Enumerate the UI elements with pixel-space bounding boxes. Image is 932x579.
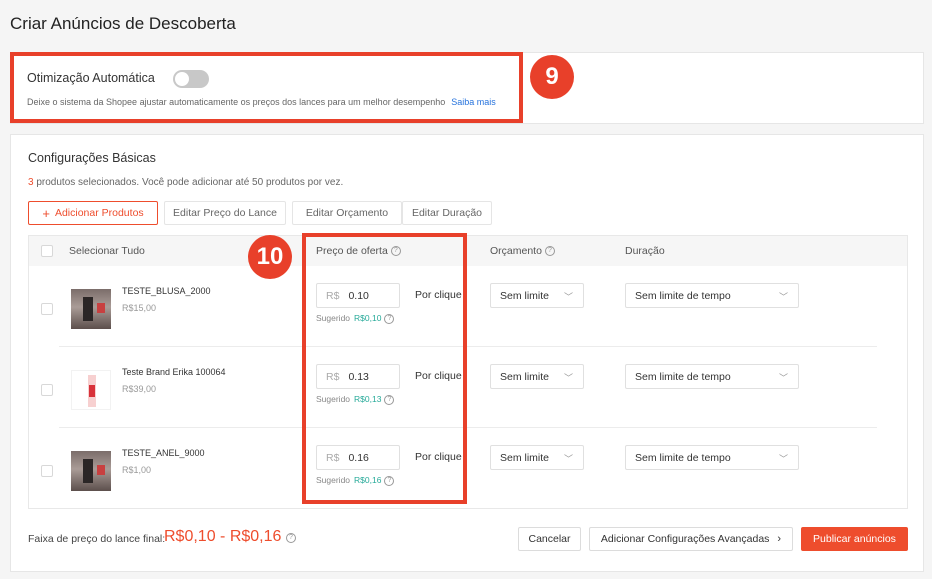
publish-button[interactable]: Publicar anúncios [801,527,908,551]
budget-value: Sem limite [500,289,550,302]
budget-select[interactable]: Sem limite ﹀ [490,283,584,308]
help-icon[interactable]: ? [544,246,555,257]
products-table: Selecionar Tudo Preço de oferta? Orçamen… [28,235,908,509]
chevron-down-icon: ﹀ [778,292,788,302]
advanced-settings-label: Adicionar Configurações Avançadas [600,533,770,545]
chevron-down-icon: ﹀ [778,454,788,464]
product-name: TESTE_BLUSA_2000 [122,286,211,296]
add-products-label: Adicionar Produtos [54,207,144,219]
product-price: R$15,00 [122,303,157,313]
basic-config-card: Configurações Básicas 3 produtos selecio… [10,134,924,572]
duration-value: Sem limite de tempo [635,370,731,383]
header-budget: Orçamento? [490,245,555,257]
plus-icon: + [42,205,50,221]
product-price: R$1,00 [122,465,152,475]
bid-range-label: Faixa de preço do lance final: [28,533,166,545]
cancel-button[interactable]: Cancelar [518,527,581,551]
product-thumbnail [71,289,111,329]
budget-value: Sem limite [500,370,550,383]
bid-range-value: R$0,10 - R$0,16 [164,528,282,545]
select-all-checkbox[interactable] [41,245,53,257]
annotation-badge-9: 9 [530,55,574,99]
row-checkbox[interactable] [41,465,53,477]
duration-value: Sem limite de tempo [635,451,731,464]
budget-value: Sem limite [500,451,550,464]
header-duration: Duração [625,245,665,257]
budget-select[interactable]: Sem limite ﹀ [490,445,584,470]
product-thumbnail [71,451,111,491]
page-title: Criar Anúncios de Descoberta [10,14,236,33]
help-icon[interactable]: ? [286,533,296,543]
table-row: TESTE_BLUSA_2000 R$15,00 R$ 0.10 Por cliq… [29,266,907,347]
annotation-box-10 [302,233,467,504]
chevron-down-icon: ﹀ [778,373,788,383]
duration-select[interactable]: Sem limite de tempo ﹀ [625,283,799,308]
chevron-down-icon: ﹀ [563,292,573,302]
duration-select[interactable]: Sem limite de tempo ﹀ [625,445,799,470]
product-name: TESTE_ANEL_9000 [122,448,205,458]
add-products-button[interactable]: + Adicionar Produtos [28,201,158,225]
product-thumbnail [71,370,111,410]
edit-bid-button[interactable]: Editar Preço do Lance [164,201,286,225]
chevron-right-icon: › [777,533,782,545]
advanced-settings-button[interactable]: Adicionar Configurações Avançadas › [589,527,793,551]
row-checkbox[interactable] [41,303,53,315]
annotation-badge-10: 10 [248,235,292,279]
annotation-box-9 [10,52,523,123]
product-name: Teste Brand Erika 100064 [122,367,226,377]
header-budget-label: Orçamento [490,245,542,257]
chevron-down-icon: ﹀ [563,454,573,464]
table-row: TESTE_ANEL_9000 R$1,00 R$ 0.16 Por clique… [29,428,907,509]
selection-info-text: produtos selecionados. Você pode adicion… [33,177,344,188]
budget-select[interactable]: Sem limite ﹀ [490,364,584,389]
edit-duration-button[interactable]: Editar Duração [402,201,492,225]
product-price: R$39,00 [122,384,157,394]
chevron-down-icon: ﹀ [563,373,573,383]
duration-value: Sem limite de tempo [635,289,731,302]
basic-config-title: Configurações Básicas [28,151,156,165]
duration-select[interactable]: Sem limite de tempo ﹀ [625,364,799,389]
selection-info: 3 produtos selecionados. Você pode adici… [28,177,343,188]
table-row: Teste Brand Erika 100064 R$39,00 R$ 0.13 … [29,347,907,428]
header-select-all: Selecionar Tudo [69,245,145,257]
row-checkbox[interactable] [41,384,53,396]
footer-bar: Faixa de preço do lance final: R$0,10 - … [28,527,918,553]
edit-budget-button[interactable]: Editar Orçamento [292,201,402,225]
table-header: Selecionar Tudo Preço de oferta? Orçamen… [29,236,907,266]
